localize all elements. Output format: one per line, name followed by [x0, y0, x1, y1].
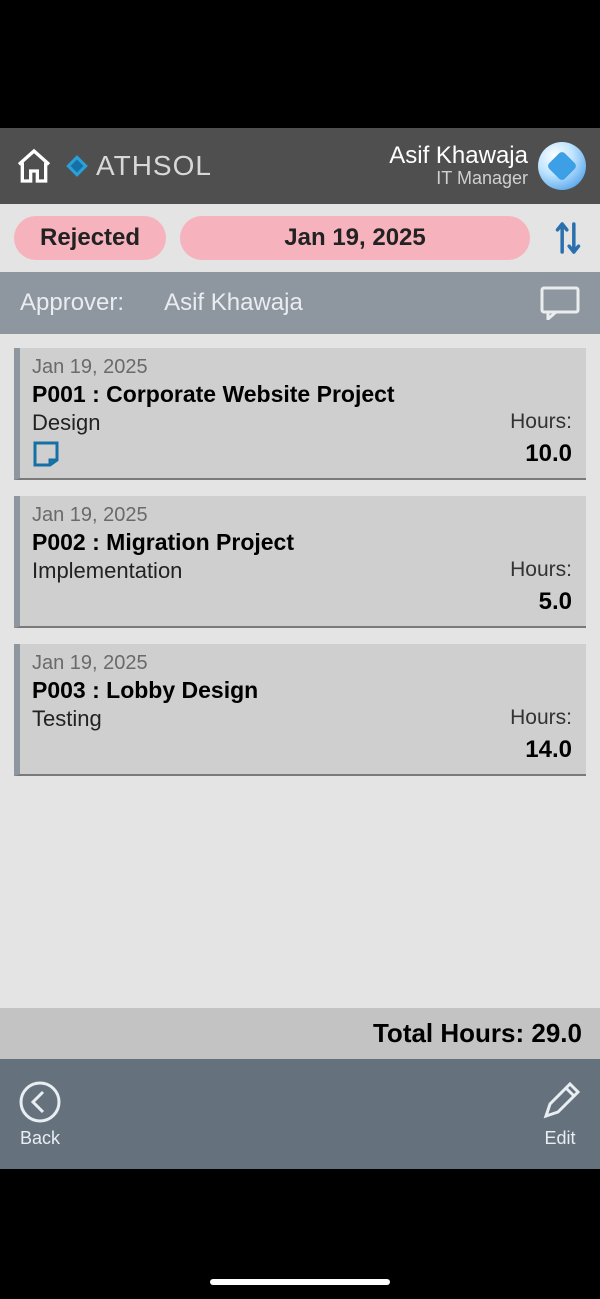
edit-label: Edit: [544, 1128, 575, 1149]
entry-hours: 5.0: [539, 588, 572, 616]
back-icon: [18, 1080, 62, 1124]
approver-label: Approver:: [20, 289, 124, 317]
entry-task: Implementation: [32, 558, 182, 584]
entry-hours-label: Hours:: [510, 558, 572, 582]
status-pill[interactable]: Rejected: [14, 216, 166, 260]
entry-hours-label: Hours:: [510, 706, 572, 730]
date-pill[interactable]: Jan 19, 2025: [180, 216, 530, 260]
pencil-icon: [538, 1080, 582, 1124]
bottom-nav: Back Edit: [0, 1059, 600, 1169]
approver-name: Asif Khawaja: [164, 289, 540, 317]
entry-task: Testing: [32, 706, 102, 732]
home-indicator[interactable]: [210, 1279, 390, 1285]
entries-list[interactable]: Jan 19, 2025 P001 : Corporate Website Pr…: [0, 334, 600, 1008]
entry-title: P001 : Corporate Website Project: [32, 381, 572, 408]
filter-row: Rejected Jan 19, 2025: [0, 204, 600, 272]
total-value: 29.0: [531, 1018, 582, 1048]
entry-date: Jan 19, 2025: [32, 356, 572, 379]
entry-card[interactable]: Jan 19, 2025 P001 : Corporate Website Pr…: [14, 348, 586, 480]
edit-button[interactable]: Edit: [538, 1080, 582, 1149]
brand-logo-icon: [64, 153, 90, 179]
entry-title: P003 : Lobby Design: [32, 677, 572, 704]
user-block[interactable]: Asif Khawaja IT Manager: [389, 142, 586, 190]
user-role: IT Manager: [389, 169, 528, 189]
app-header: ATHSOL Asif Khawaja IT Manager: [0, 128, 600, 204]
entry-card[interactable]: Jan 19, 2025 P002 : Migration Project Im…: [14, 496, 586, 628]
back-label: Back: [20, 1128, 60, 1149]
entry-date: Jan 19, 2025: [32, 652, 572, 675]
brand-text: ATHSOL: [96, 150, 212, 182]
total-label: Total Hours:: [373, 1018, 531, 1048]
avatar[interactable]: [538, 142, 586, 190]
brand: ATHSOL: [64, 150, 212, 182]
entry-hours: 10.0: [525, 440, 572, 468]
entry-task: Design: [32, 410, 100, 436]
entry-date: Jan 19, 2025: [32, 504, 572, 527]
entry-title: P002 : Migration Project: [32, 529, 572, 556]
note-icon[interactable]: [32, 440, 60, 468]
entry-hours: 14.0: [525, 736, 572, 764]
approver-bar: Approver: Asif Khawaja: [0, 272, 600, 334]
entry-card[interactable]: Jan 19, 2025 P003 : Lobby Design Testing…: [14, 644, 586, 776]
back-button[interactable]: Back: [18, 1080, 62, 1149]
total-bar: Total Hours: 29.0: [0, 1008, 600, 1059]
user-name: Asif Khawaja: [389, 143, 528, 169]
entry-hours-label: Hours:: [510, 410, 572, 434]
sort-icon[interactable]: [550, 218, 586, 258]
comment-icon[interactable]: [540, 286, 580, 320]
home-icon[interactable]: [14, 146, 54, 186]
